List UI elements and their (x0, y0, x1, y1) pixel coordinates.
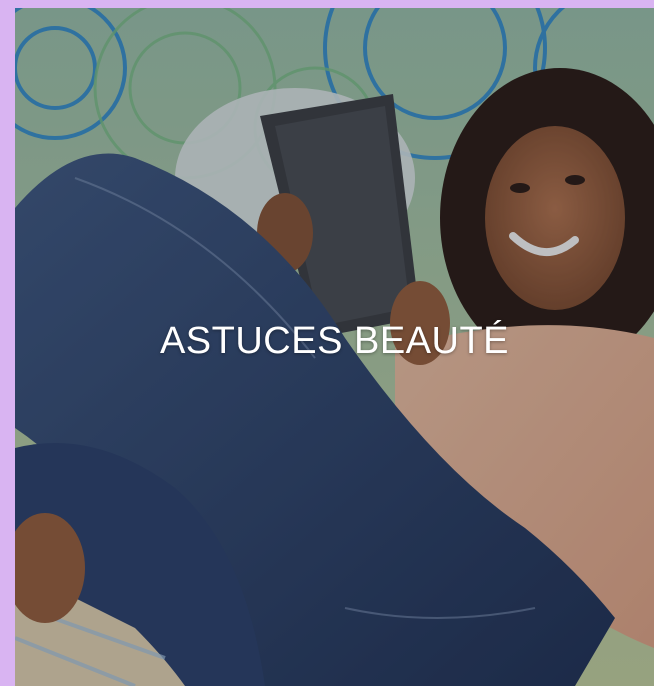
tile-caption: ASTUCES BEAUTÉ (159, 320, 510, 362)
beauty-tips-tile[interactable]: ASTUCES BEAUTÉ (15, 8, 654, 686)
